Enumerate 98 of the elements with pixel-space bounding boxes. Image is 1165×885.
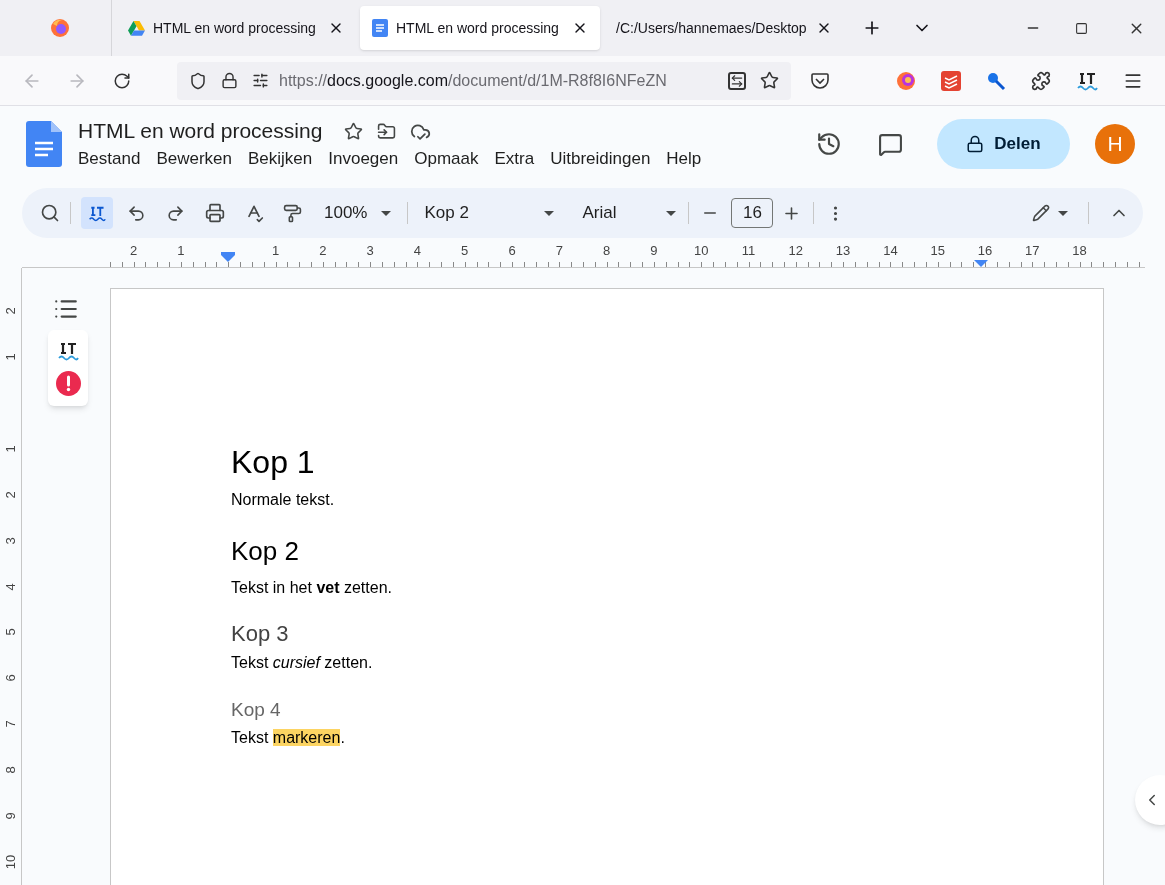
firefox-logo-icon[interactable]: [49, 18, 70, 38]
ruler-number: 16: [975, 244, 995, 257]
lock-icon[interactable]: [221, 72, 238, 89]
ruler-number: 5: [459, 244, 471, 257]
ruler-number: 17: [1023, 244, 1042, 257]
undo-icon[interactable]: [127, 203, 146, 223]
ruler-number: 2: [128, 244, 140, 257]
languagetool-toggle[interactable]: [81, 197, 113, 229]
paragraph: Normale tekst.: [231, 490, 336, 510]
caret-icon: [666, 210, 677, 216]
menu-item[interactable]: Bewerken: [150, 146, 238, 172]
languagetool-icon: [57, 340, 79, 361]
redo-icon[interactable]: [166, 203, 185, 223]
zoom-dropdown[interactable]: 100%: [324, 200, 392, 226]
comments-icon[interactable]: [878, 131, 903, 157]
languagetool-icon: [1076, 70, 1098, 91]
move-folder-icon[interactable]: [377, 121, 397, 141]
ruler-number: 7: [2, 719, 20, 730]
ruler-number: 1: [175, 244, 187, 257]
translate-icon[interactable]: [728, 71, 746, 90]
browser-tab[interactable]: HTML en word processing: [360, 6, 600, 50]
version-history-icon[interactable]: [816, 131, 842, 157]
heading: Kop 2: [231, 535, 300, 568]
ruler-number: 2: [2, 306, 20, 317]
todoist-icon[interactable]: [941, 70, 961, 91]
share-button[interactable]: Delen: [937, 119, 1070, 169]
reload-icon[interactable]: [113, 71, 131, 90]
docs-logo-icon: [372, 19, 388, 37]
drive-logo-icon: [128, 20, 145, 36]
ruler-number: 4: [2, 581, 20, 593]
paragraph: Tekst in het vet zetten.: [231, 578, 393, 598]
ruler-number: 8: [2, 765, 20, 776]
browser-tab[interactable]: /C:/Users/hannemaes/Desktop: [604, 6, 844, 50]
docs-logo-icon[interactable]: [26, 121, 62, 167]
ruler-number: 12: [786, 244, 806, 257]
pocket-icon[interactable]: [811, 72, 829, 89]
heading: Kop 1: [231, 443, 316, 482]
ruler-number: 11: [739, 244, 758, 257]
indent-marker[interactable]: [221, 252, 236, 262]
ruler-number: 2: [2, 490, 20, 501]
account-icon[interactable]: [896, 70, 916, 91]
menu-item[interactable]: Uitbreidingen: [544, 146, 657, 172]
heading: Kop 3: [231, 620, 290, 648]
ruler-number: 18: [1070, 244, 1089, 257]
ruler-number: 8: [601, 244, 613, 257]
font-size-field[interactable]: 16: [731, 198, 774, 228]
star-icon[interactable]: [344, 121, 364, 141]
menu-item[interactable]: Opmaak: [408, 146, 485, 172]
menu-item[interactable]: Extra: [488, 146, 541, 172]
ruler-number: 10: [2, 853, 20, 872]
caret-icon: [381, 210, 392, 216]
tab-title: HTML en word processing: [396, 18, 560, 38]
address-bar[interactable]: https://docs.google.com/document/d/1M-R8f8I6NFeZN: [177, 61, 791, 100]
print-icon[interactable]: [205, 203, 225, 223]
document-title[interactable]: HTML en word processing: [78, 116, 323, 146]
languagetool-icon: [88, 204, 106, 222]
ruler-number: 14: [881, 244, 900, 257]
paint-format-icon[interactable]: [283, 203, 302, 223]
paragraph: Tekst cursief zetten.: [231, 653, 374, 673]
browser-tab[interactable]: HTML en word processing: [116, 6, 356, 50]
ruler-number: 9: [648, 244, 660, 257]
ruler-number: 13: [833, 244, 853, 257]
menu-item[interactable]: Bestand: [72, 146, 147, 172]
url-text: https://docs.google.com/document/d/1M-R8f8I6NFeZN: [279, 70, 668, 91]
font-dropdown[interactable]: Arial: [582, 200, 677, 226]
tab-title: /C:/Users/hannemaes/Desktop: [616, 18, 808, 38]
alert-icon[interactable]: [55, 370, 81, 396]
caret-icon: [1058, 210, 1068, 216]
extensions-icon[interactable]: [1031, 70, 1051, 91]
permissions-icon[interactable]: [252, 72, 269, 89]
ruler-number: 6: [506, 244, 518, 257]
ruler-number: 2: [317, 244, 329, 257]
lock-icon: [966, 135, 985, 153]
ruler-number: 4: [411, 244, 424, 257]
editing-mode-dropdown[interactable]: [1032, 204, 1068, 222]
ruler-number: 6: [2, 673, 20, 684]
heading: Kop 4: [231, 698, 282, 722]
key-icon[interactable]: [986, 70, 1006, 91]
maximize-icon[interactable]: [1075, 21, 1088, 35]
paragraph: Tekst markeren.: [231, 728, 346, 748]
indent-marker[interactable]: [974, 260, 988, 267]
ruler-number: 9: [2, 811, 20, 822]
ruler-number: 15: [928, 244, 947, 257]
shield-icon[interactable]: [189, 71, 207, 90]
menu-item[interactable]: Help: [660, 146, 708, 172]
ruler-number: 7: [553, 244, 565, 257]
ruler-number: 3: [364, 244, 376, 257]
style-dropdown[interactable]: Kop 2: [424, 200, 555, 226]
ruler-number: 1: [2, 352, 20, 363]
caret-icon: [544, 210, 555, 216]
menu-item[interactable]: Invoegen: [322, 146, 405, 172]
ruler-number: 5: [2, 627, 20, 639]
menu-item[interactable]: Bekijken: [242, 146, 319, 172]
tab-title: HTML en word processing: [153, 18, 317, 38]
bookmark-star-icon[interactable]: [760, 71, 779, 90]
ruler-number: 3: [2, 535, 20, 547]
search-icon[interactable]: [40, 203, 60, 223]
ruler-number: 1: [2, 444, 20, 455]
